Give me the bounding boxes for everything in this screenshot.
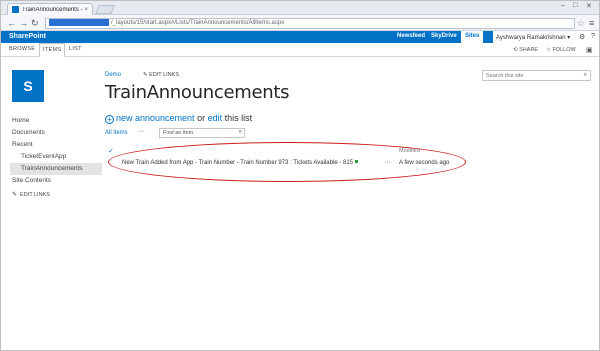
nav-edit-links[interactable]: ✎ EDIT LINKS [12, 191, 102, 199]
breadcrumb-edit-links-label: EDIT LINKS [149, 72, 179, 78]
item-title-link[interactable]: New Train Added from App - Train Number … [122, 160, 358, 166]
view-all-items[interactable]: All items [105, 130, 128, 136]
select-all-checkbox[interactable]: ✓ [108, 147, 114, 155]
window-close-icon[interactable]: ✕ [586, 2, 592, 10]
help-icon[interactable]: ? [591, 33, 595, 40]
share-button[interactable]: ⟲ SHARE [513, 47, 538, 53]
column-header-modified[interactable]: Modified [399, 148, 420, 154]
site-search-input[interactable]: Search this site ⌕ [482, 70, 591, 81]
breadcrumb-demo[interactable]: Demo [105, 72, 121, 78]
browser-tab[interactable]: TrainAnnouncements - All items × [7, 3, 93, 15]
suite-link-skydrive[interactable]: SkyDrive [431, 33, 457, 39]
site-logo[interactable]: S [12, 70, 44, 102]
browser-menu-icon[interactable]: ≡ [589, 18, 594, 28]
bookmark-star-icon[interactable]: ☆ [577, 18, 585, 29]
left-navigation: Home Documents Recent TicketEventApp Tra… [10, 115, 102, 199]
new-announcement-link[interactable]: new announcement [116, 113, 195, 123]
find-item-input[interactable]: Find an item ⌕ [159, 128, 245, 138]
maximize-icon[interactable]: □ [573, 2, 577, 9]
new-item-line: + new announcement or edit this list [105, 113, 252, 124]
address-path: /_layouts/15/start.aspx#/Lists/TrainAnno… [111, 20, 285, 27]
page-title: TrainAnnouncements [105, 82, 290, 103]
or-text: or [194, 113, 208, 123]
tab-items[interactable]: ITEMS [39, 43, 66, 57]
follow-label: FOLLOW [552, 47, 576, 53]
search-icon[interactable]: ⌕ [584, 72, 587, 79]
ribbon: BROWSE ITEMS LIST ⟲ SHARE ☆ FOLLOW ▣ [1, 43, 599, 57]
follow-button[interactable]: ☆ FOLLOW [546, 47, 576, 53]
search-icon[interactable]: ⌕ [239, 129, 242, 136]
redacted-host [49, 19, 109, 26]
this-list-text: this list [222, 113, 253, 123]
nav-item-ticketeventapp[interactable]: TicketEventApp [12, 151, 102, 163]
suite-link-newsfeed[interactable]: Newsfeed [397, 33, 425, 39]
breadcrumb-edit-links[interactable]: ✎ EDIT LINKS [143, 72, 179, 78]
user-menu[interactable]: Ayshwarya Ramakrishnan ▾ ⚙ ? [493, 31, 599, 43]
nav-item-home[interactable]: Home [12, 115, 102, 127]
nav-item-recent[interactable]: Recent [12, 139, 102, 151]
share-label: SHARE [519, 47, 539, 53]
list-header: ✓ Modified [105, 147, 465, 157]
tab-list[interactable]: LIST [69, 46, 82, 52]
nav-edit-links-label: EDIT LINKS [20, 191, 50, 198]
pencil-icon: ✎ [12, 192, 18, 198]
nav-item-documents[interactable]: Documents [12, 127, 102, 139]
item-modified: A few seconds ago [399, 160, 450, 166]
new-item-icon [355, 160, 358, 163]
item-title-text: New Train Added from App - Train Number … [122, 160, 353, 166]
suite-link-sites[interactable]: Sites [461, 31, 484, 43]
item-menu-ellipsis-icon[interactable]: ··· [384, 159, 391, 166]
table-row[interactable]: New Train Added from App - Train Number … [105, 159, 465, 169]
view-options-ellipsis-icon[interactable]: ··· [138, 128, 145, 135]
reload-icon[interactable]: ↻ [31, 18, 39, 28]
tab-bar: TrainAnnouncements - All items × – □ ✕ [1, 1, 599, 15]
nav-item-site-contents[interactable]: Site Contents [12, 175, 102, 187]
focus-on-content-icon[interactable]: ▣ [586, 46, 593, 54]
find-item-placeholder: Find an item [163, 130, 194, 136]
sharepoint-logo-icon: S [23, 78, 33, 94]
new-tab-button[interactable] [95, 5, 115, 14]
sharepoint-brand[interactable]: SharePoint [9, 33, 46, 40]
forward-icon[interactable]: → [19, 18, 28, 28]
suite-bar: SharePoint Newsfeed SkyDrive Sites Ayshw… [1, 31, 599, 43]
minimize-icon[interactable]: – [561, 2, 565, 9]
address-row: ← → ↻ /_layouts/15/start.aspx#/Lists/Tra… [1, 15, 599, 31]
back-icon[interactable]: ← [7, 18, 16, 28]
edit-list-link[interactable]: edit [208, 113, 223, 123]
gear-icon[interactable]: ⚙ [579, 33, 585, 41]
address-bar[interactable]: /_layouts/15/start.aspx#/Lists/TrainAnno… [45, 18, 575, 29]
tab-title: TrainAnnouncements - All items [22, 6, 83, 13]
browser-window: TrainAnnouncements - All items × – □ ✕ ←… [0, 0, 600, 351]
user-name: Ayshwarya Ramakrishnan ▾ [496, 35, 571, 41]
sharepoint-favicon-icon [12, 6, 19, 13]
tab-browse[interactable]: BROWSE [9, 46, 35, 52]
site-search-placeholder: Search this site [486, 73, 524, 79]
tab-close-icon[interactable]: × [84, 7, 88, 13]
nav-item-trainannouncements[interactable]: TrainAnnouncements [10, 163, 102, 175]
add-icon[interactable]: + [105, 115, 114, 124]
